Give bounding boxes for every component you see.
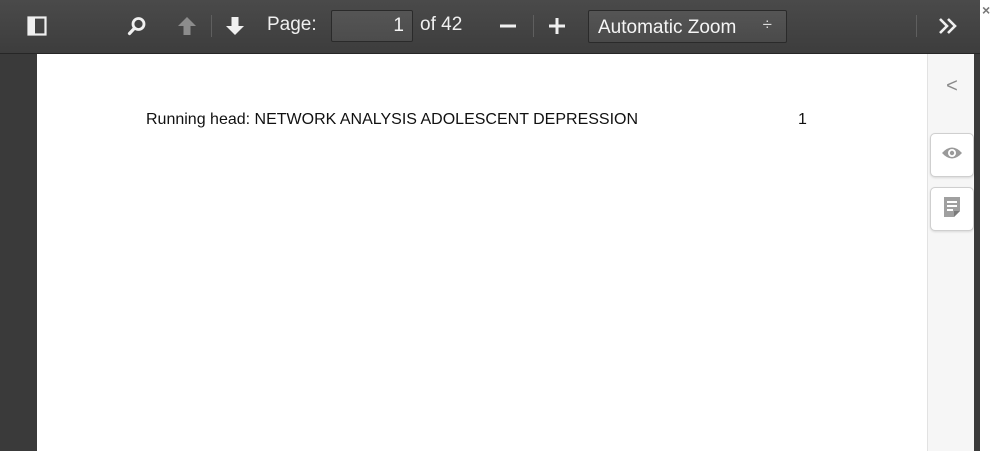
page-number: 1 bbox=[798, 111, 807, 128]
next-page-button[interactable] bbox=[222, 11, 248, 41]
chevron-left-icon: < bbox=[946, 74, 958, 97]
zoom-select[interactable]: Automatic Zoom ÷ bbox=[588, 10, 787, 43]
sidebar-toggle-icon bbox=[27, 16, 47, 36]
collapse-panel-button[interactable]: < bbox=[933, 66, 971, 106]
side-panel bbox=[927, 54, 974, 451]
view-tool-button[interactable] bbox=[930, 133, 974, 177]
notes-tool-button[interactable] bbox=[930, 187, 974, 231]
plus-icon bbox=[548, 17, 566, 35]
eye-icon bbox=[941, 145, 963, 166]
tools-button[interactable] bbox=[934, 11, 962, 41]
sidebar-toggle-button[interactable] bbox=[24, 11, 50, 41]
zoom-in-button[interactable] bbox=[545, 11, 569, 41]
zoom-value: Automatic Zoom bbox=[598, 17, 737, 38]
toolbar: Page: of 42 Automatic Zoom ÷ bbox=[0, 0, 980, 54]
close-icon[interactable]: × bbox=[982, 2, 990, 18]
pdf-viewer: Page: of 42 Automatic Zoom ÷ bbox=[0, 0, 980, 451]
window-edge bbox=[980, 0, 990, 451]
toolbar-separator bbox=[916, 15, 917, 37]
arrow-up-icon bbox=[177, 15, 197, 37]
select-caret-icon: ÷ bbox=[762, 15, 772, 34]
minus-icon bbox=[499, 17, 517, 35]
page-count: of 42 bbox=[420, 14, 463, 35]
document-page: Running head: NETWORK ANALYSIS ADOLESCEN… bbox=[37, 54, 947, 451]
page-number-input[interactable] bbox=[331, 10, 413, 42]
search-button[interactable] bbox=[124, 11, 150, 41]
toolbar-separator bbox=[211, 15, 212, 37]
zoom-out-button[interactable] bbox=[496, 11, 520, 41]
search-icon bbox=[127, 16, 147, 36]
double-chevron-right-icon bbox=[937, 17, 959, 35]
running-head: Running head: NETWORK ANALYSIS ADOLESCEN… bbox=[146, 111, 639, 128]
arrow-down-icon bbox=[225, 15, 245, 37]
page-label: Page: bbox=[267, 14, 317, 35]
toolbar-separator bbox=[533, 15, 534, 37]
notes-icon bbox=[942, 196, 962, 223]
previous-page-button[interactable] bbox=[174, 11, 200, 41]
